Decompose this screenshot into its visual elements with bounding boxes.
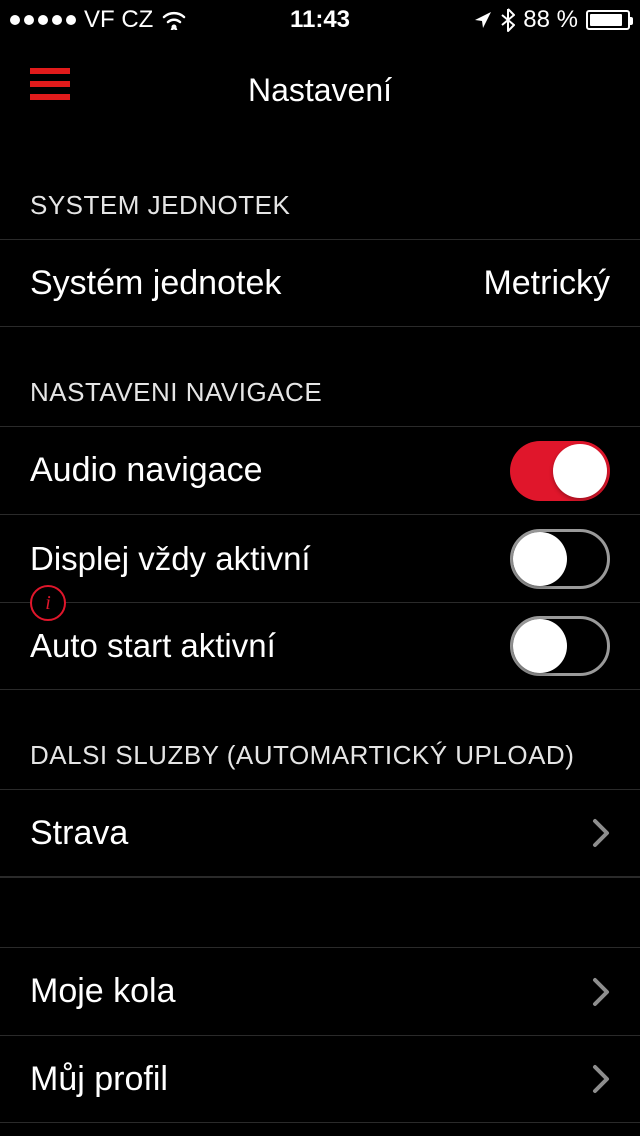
status-left: VF CZ (10, 6, 187, 34)
toggle-knob (513, 619, 567, 673)
row-units-system[interactable]: Systém jednotek Metrický (0, 239, 640, 327)
toggle-knob (553, 444, 607, 498)
chevron-right-icon (592, 818, 610, 848)
toggle-display-always-on[interactable] (510, 529, 610, 589)
page-title: Nastavení (248, 72, 392, 109)
info-icon[interactable]: i (30, 585, 66, 621)
battery-icon (586, 10, 630, 30)
battery-percent: 88 % (523, 6, 578, 34)
row-label: Displej vždy aktivní (30, 540, 311, 578)
row-my-bikes[interactable]: Moje kola (0, 947, 640, 1035)
row-strava[interactable]: Strava (0, 789, 640, 877)
row-label: Strava (30, 814, 128, 853)
location-icon (473, 10, 493, 30)
menu-button[interactable] (30, 68, 70, 100)
row-value: Metrický (483, 264, 610, 303)
row-label: Systém jednotek (30, 264, 281, 303)
bluetooth-icon (501, 8, 515, 32)
toggle-knob (513, 532, 567, 586)
toggle-auto-start[interactable] (510, 616, 610, 676)
settings-content: SYSTEM JEDNOTEK Systém jednotek Metrický… (0, 140, 640, 1123)
row-label: Audio navigace (30, 451, 263, 490)
status-right: 88 % (473, 6, 630, 34)
section-header-units: SYSTEM JEDNOTEK (0, 140, 640, 239)
chevron-right-icon (592, 1064, 610, 1094)
row-my-profile[interactable]: Můj profil (0, 1035, 640, 1123)
chevron-right-icon (592, 977, 610, 1007)
row-label: Moje kola (30, 972, 176, 1011)
section-gap (0, 877, 640, 947)
row-auto-start: i Auto start aktivní (0, 602, 640, 690)
battery-fill (590, 14, 622, 26)
carrier-label: VF CZ (84, 6, 153, 34)
navbar: Nastavení (0, 40, 640, 140)
wifi-icon (161, 10, 187, 30)
row-display-always-on: Displej vždy aktivní (0, 514, 640, 602)
row-audio-navigation: Audio navigace (0, 426, 640, 514)
row-label: Můj profil (30, 1060, 168, 1099)
status-time: 11:43 (290, 6, 350, 34)
signal-strength-icon (10, 15, 76, 25)
toggle-audio-navigation[interactable] (510, 441, 610, 501)
row-label: Auto start aktivní (30, 627, 276, 665)
section-header-navigation: NASTAVENI NAVIGACE (0, 327, 640, 426)
status-bar: VF CZ 11:43 88 % (0, 0, 640, 40)
hamburger-icon (30, 68, 70, 74)
section-header-services: DALSI SLUZBY (AUTOMARTICKÝ UPLOAD) (0, 690, 640, 789)
